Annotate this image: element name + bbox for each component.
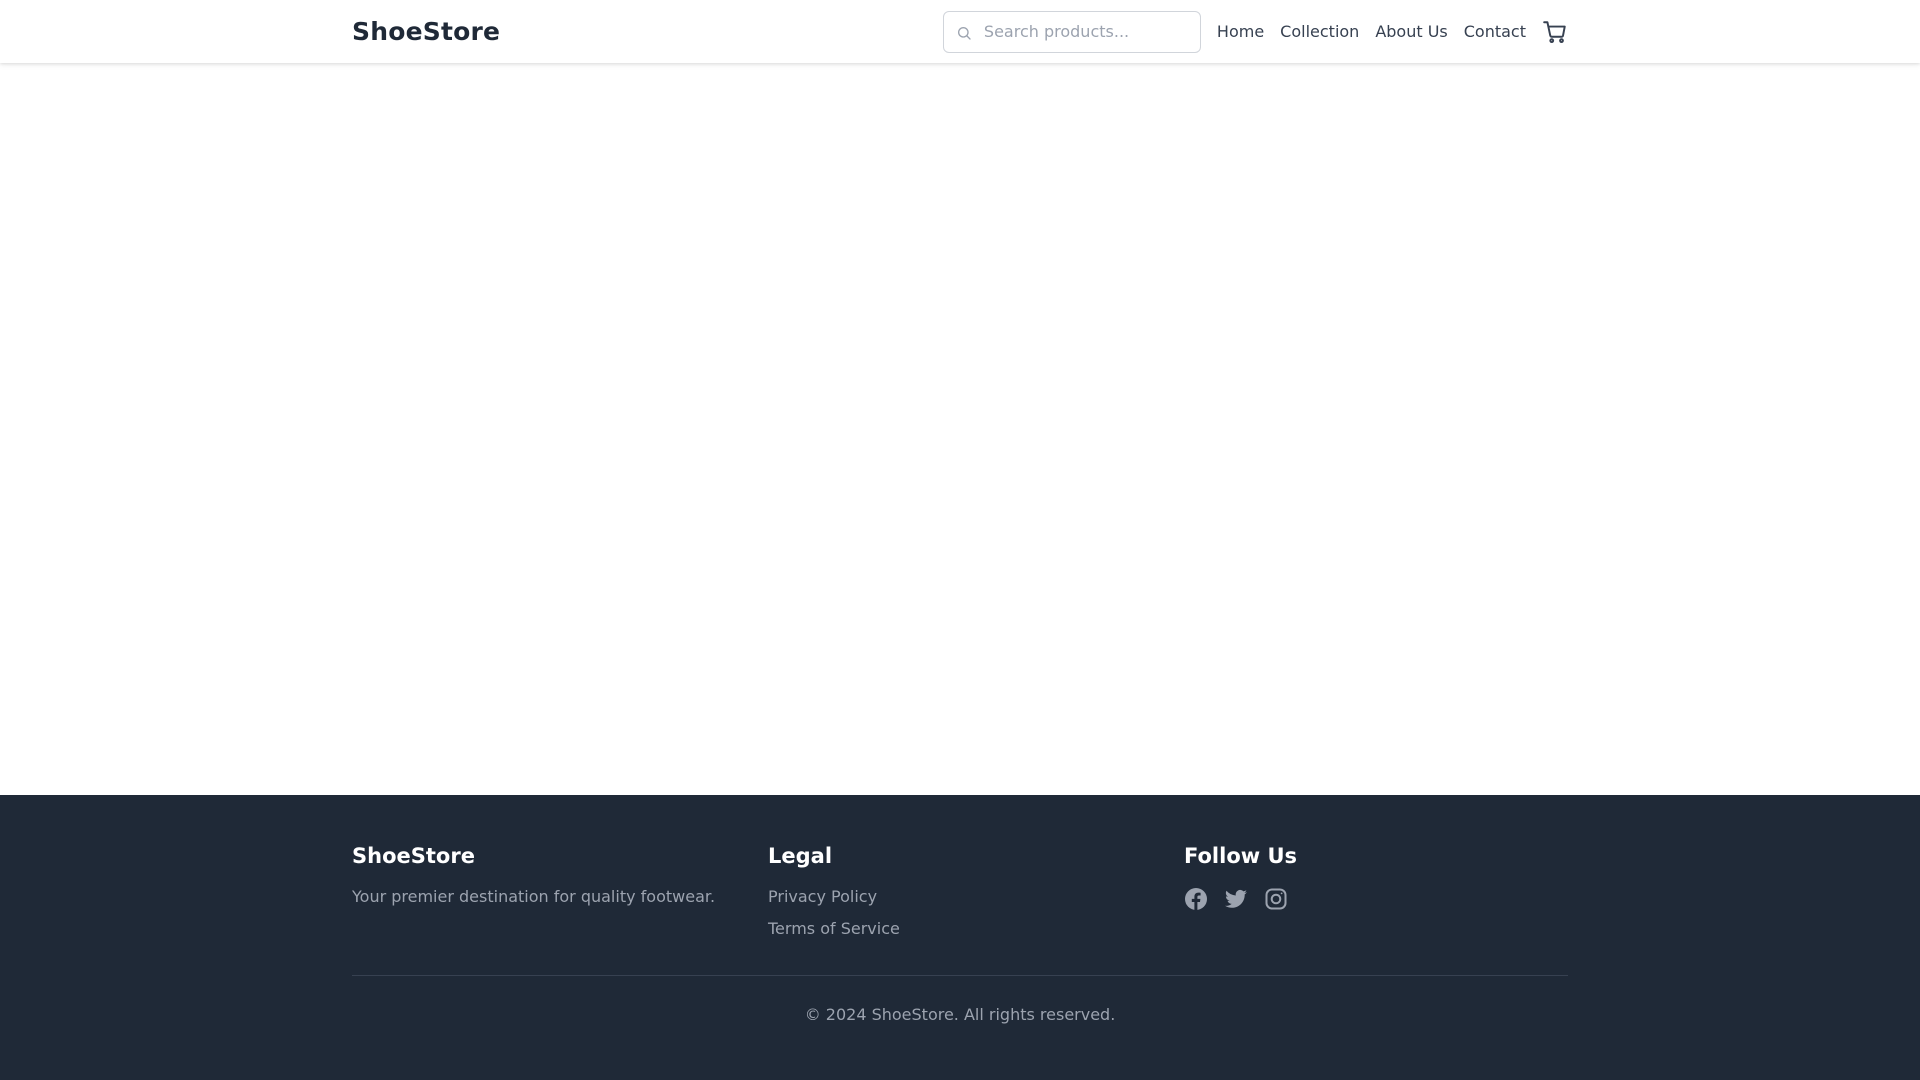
cart-icon[interactable] <box>1542 19 1568 45</box>
privacy-policy-link[interactable]: Privacy Policy <box>768 887 900 907</box>
search-box <box>942 10 1201 53</box>
twitter-icon[interactable] <box>1224 887 1248 911</box>
footer-brand-title: ShoeStore <box>352 844 475 868</box>
footer-social-title: Follow Us <box>1184 844 1298 868</box>
footer-container: ShoeStore Your premier destination for q… <box>352 795 1568 1080</box>
nav-contact[interactable]: Contact <box>1464 22 1526 41</box>
footer-social-column: Follow Us <box>1184 843 1304 911</box>
site-logo[interactable]: ShoeStore <box>352 17 500 46</box>
instagram-icon[interactable] <box>1264 887 1288 911</box>
site-footer: ShoeStore Your premier destination for q… <box>0 795 1920 1080</box>
site-header: ShoeStore Home Collection About Us <box>0 0 1920 63</box>
footer-legal-title: Legal <box>768 844 833 868</box>
footer-legal-links: Privacy Policy Terms of Service <box>768 887 900 939</box>
main-nav: Home Collection About Us Contact <box>1217 22 1542 41</box>
footer-divider <box>352 975 1568 976</box>
footer-tagline: Your premier destination for quality foo… <box>352 887 716 906</box>
facebook-icon[interactable] <box>1184 887 1208 911</box>
nav-collection[interactable]: Collection <box>1280 22 1359 41</box>
copyright-text: © 2024 ShoeStore. All rights reserved. <box>804 1005 1116 1024</box>
search-input[interactable] <box>943 11 1200 52</box>
header-container: ShoeStore Home Collection About Us <box>352 0 1568 63</box>
social-links <box>1184 887 1304 911</box>
footer-brand-column: ShoeStore Your premier destination for q… <box>352 843 715 907</box>
nav-about-us[interactable]: About Us <box>1375 22 1447 41</box>
page: ShoeStore Home Collection About Us <box>0 0 1920 1080</box>
nav-home[interactable]: Home <box>1217 22 1264 41</box>
header-right: Home Collection About Us Contact <box>942 10 1568 53</box>
main-content <box>0 63 1920 795</box>
search-icon <box>956 25 972 41</box>
terms-of-service-link[interactable]: Terms of Service <box>768 919 900 939</box>
footer-legal-column: Legal Privacy Policy Terms of Service <box>768 843 900 951</box>
